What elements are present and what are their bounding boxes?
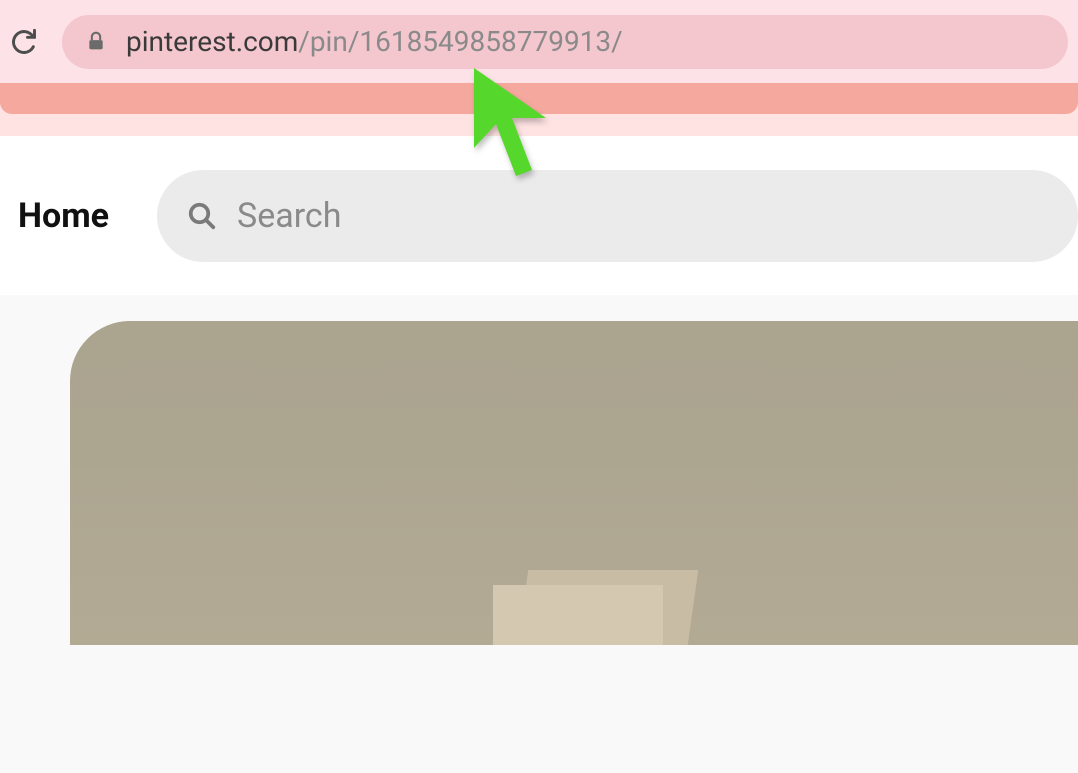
image-subject [493,565,753,645]
search-icon [187,201,217,231]
url-path: /pin/1618549858779913/ [298,25,622,58]
url-domain: pinterest.com [126,25,298,58]
content-area [0,295,1078,773]
search-input[interactable] [237,196,1048,236]
search-bar[interactable] [157,170,1078,262]
home-link[interactable]: Home [18,196,109,236]
pin-image[interactable] [70,321,1078,645]
accent-strip [0,83,1078,114]
lock-icon [86,31,106,53]
browser-chrome: pinterest.com/pin/1618549858779913/ [0,0,1078,83]
page-content: Home [0,136,1078,648]
reload-icon[interactable] [10,28,38,56]
url-bar[interactable]: pinterest.com/pin/1618549858779913/ [62,15,1068,69]
url-text: pinterest.com/pin/1618549858779913/ [126,25,623,58]
header-row: Home [0,170,1078,262]
